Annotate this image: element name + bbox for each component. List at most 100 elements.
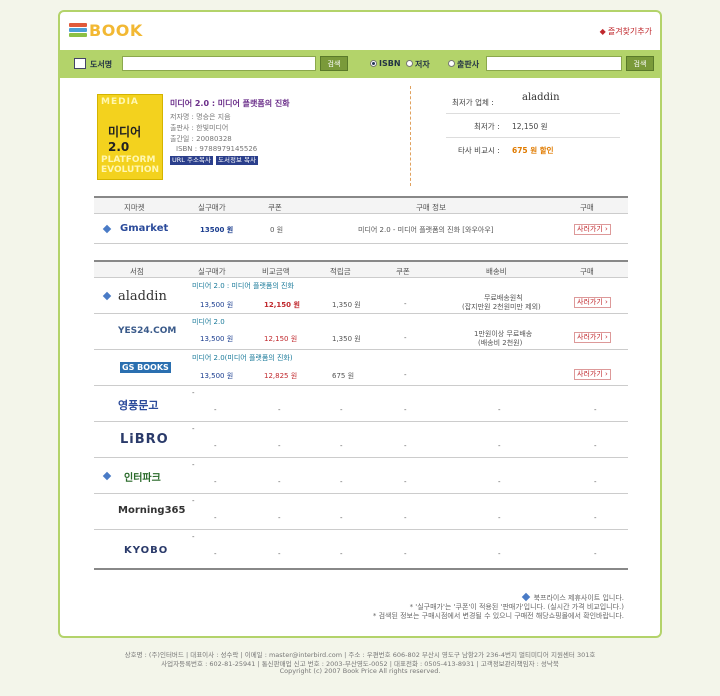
interpark-logo[interactable]: 인터파크 bbox=[124, 469, 161, 484]
store-buy-label: 사러가기 bbox=[577, 370, 603, 378]
store-price: - bbox=[214, 442, 217, 450]
store-ship1: - bbox=[498, 514, 501, 522]
store-price: 13,500 원 bbox=[200, 335, 234, 343]
store-book-title: - bbox=[192, 497, 195, 505]
store-points: 675 원 bbox=[332, 372, 355, 380]
store-buy-button[interactable]: 사러가기 › bbox=[574, 297, 611, 308]
libro-logo[interactable]: LiBRO bbox=[120, 432, 169, 447]
author-radio[interactable] bbox=[406, 60, 413, 67]
market-price: 13500 원 bbox=[200, 226, 234, 234]
store-ship1: - bbox=[498, 442, 501, 450]
compare-label: 타사 비교시 : bbox=[458, 146, 500, 155]
store-ship1: - bbox=[498, 550, 501, 558]
field-search-input[interactable] bbox=[486, 56, 622, 71]
publisher-radio[interactable] bbox=[448, 60, 455, 67]
compare-row: 타사 비교시 : 675 원 할인 bbox=[446, 138, 620, 162]
lowest-price-row: 최저가 : 12,150 원 bbox=[446, 114, 620, 138]
th-store: 서점 bbox=[130, 267, 144, 276]
lowest-price-label: 최저가 : bbox=[474, 122, 500, 131]
lowest-store-row: 최저가 업체 : aladdin bbox=[446, 90, 620, 114]
field-search-button[interactable]: 검색 bbox=[626, 56, 654, 71]
store-buy-empty: - bbox=[594, 550, 597, 558]
copy-bookinfo-button[interactable]: 도서정보 복사 bbox=[216, 156, 258, 165]
market-buy-label: 사러가기 bbox=[577, 225, 603, 233]
books-stack-icon bbox=[69, 22, 87, 40]
partner-icon bbox=[104, 292, 112, 300]
market-buy-button[interactable]: 사러가기 › bbox=[574, 224, 611, 235]
title-search-input[interactable] bbox=[122, 56, 316, 71]
th-buy: 구매 bbox=[580, 203, 594, 212]
store-table: 서점 실구매가 비교금액 적립금 쿠폰 배송비 구매 aladdin 미디어 2… bbox=[94, 260, 628, 570]
store-row: LiBRO - - - - - - - bbox=[94, 422, 628, 458]
store-row: Morning365 - - - - - - - bbox=[94, 494, 628, 530]
store-buy-label: 사러가기 bbox=[577, 333, 603, 341]
aladdin-logo[interactable]: aladdin bbox=[118, 289, 167, 304]
store-coupon: - bbox=[404, 371, 407, 379]
market-info: 미디어 2.0 - 미디어 플랫폼의 진화 [와우아우] bbox=[358, 226, 494, 234]
store-coupon: - bbox=[404, 514, 407, 522]
store-coupon: - bbox=[404, 442, 407, 450]
store-book-title[interactable]: 미디어 2.0 : 미디어 플랫폼의 진화 bbox=[192, 281, 294, 291]
store-buy-button[interactable]: 사러가기 › bbox=[574, 369, 611, 380]
store-book-title: - bbox=[192, 461, 195, 469]
th-sprice: 실구매가 bbox=[198, 267, 226, 276]
cover-title-text: 미디어 2.0 bbox=[108, 125, 142, 154]
favorites-label: 즐겨찾기추가 bbox=[607, 27, 652, 36]
isbn-radio[interactable] bbox=[370, 60, 377, 67]
notes-line3: * 검색된 정보는 구매시점에서 변경될 수 있으니 구매전 해당쇼핑몰에서 확… bbox=[372, 612, 624, 620]
publisher-radio-label: 출판사 bbox=[457, 60, 480, 69]
partner-icon bbox=[104, 472, 112, 480]
store-compare: - bbox=[278, 442, 281, 450]
th-price: 실구매가 bbox=[198, 203, 226, 212]
store-price: 13,500 원 bbox=[200, 372, 234, 380]
book-cover[interactable]: MEDIA 미디어 2.0 PLATFORM EVOLUTION bbox=[97, 94, 163, 180]
youngpoong-logo[interactable]: 영풍문고 bbox=[118, 397, 158, 413]
store-row: KYOBO - - - - - - - bbox=[94, 530, 628, 568]
kyobo-logo[interactable]: KYOBO bbox=[124, 545, 168, 556]
store-book-title[interactable]: 미디어 2.0 bbox=[192, 317, 225, 327]
store-row: 인터파크 - - - - - - - bbox=[94, 458, 628, 494]
store-points: 1,350 원 bbox=[332, 301, 361, 309]
title-search-button[interactable]: 검색 bbox=[320, 56, 348, 71]
store-points: - bbox=[340, 406, 343, 414]
cover-top-text: MEDIA bbox=[101, 97, 139, 107]
favorites-link[interactable]: ◆ 즐겨찾기추가 bbox=[600, 26, 652, 37]
store-price: - bbox=[214, 550, 217, 558]
main-frame: BOOK ◆ 즐겨찾기추가 도서명 검색 ISBN 저자 출판사 검색 MEDI… bbox=[58, 10, 662, 638]
copy-url-button[interactable]: URL 주소복사 bbox=[170, 156, 213, 165]
store-ship2: (잡지만원 2천원미만 제외) bbox=[462, 303, 541, 311]
gsbooks-logo[interactable]: GS BOOKS bbox=[120, 362, 171, 373]
store-buy-button[interactable]: 사러가기 › bbox=[574, 332, 611, 343]
store-buy-empty: - bbox=[594, 406, 597, 414]
store-compare: 12,825 원 bbox=[264, 372, 298, 380]
store-coupon: - bbox=[404, 550, 407, 558]
logo[interactable]: BOOK bbox=[69, 21, 143, 40]
lowest-store-logo[interactable]: aladdin bbox=[522, 92, 560, 103]
store-row: GS BOOKS 미디어 2.0(미디어 플랫폼의 진화) 13,500 원 1… bbox=[94, 350, 628, 386]
logo-text: BOOK bbox=[89, 21, 143, 40]
divider bbox=[410, 86, 411, 186]
store-compare: - bbox=[278, 406, 281, 414]
yes24-logo[interactable]: YES24.COM bbox=[118, 326, 176, 336]
store-coupon: - bbox=[404, 334, 407, 342]
isbn-radio-label: ISBN bbox=[379, 59, 401, 68]
store-coupon: - bbox=[404, 300, 407, 308]
store-price: - bbox=[214, 478, 217, 486]
store-book-title[interactable]: 미디어 2.0(미디어 플랫폼의 진화) bbox=[192, 353, 293, 363]
morning365-logo[interactable]: Morning365 bbox=[118, 505, 185, 516]
store-points: - bbox=[340, 550, 343, 558]
footer-line3: Copyright (c) 2007 Book Price All rights… bbox=[279, 667, 441, 675]
th-shipping: 배송비 bbox=[486, 267, 507, 276]
store-price: - bbox=[214, 406, 217, 414]
store-compare: 12,150 원 bbox=[264, 301, 300, 309]
store-buy-empty: - bbox=[594, 442, 597, 450]
store-points: - bbox=[340, 478, 343, 486]
store-ship1: - bbox=[498, 478, 501, 486]
market-table: 지마켓 실구매가 쿠폰 구매 정보 구매 Gmarket 13500 원 0 원… bbox=[94, 196, 628, 244]
market-coupon: 0 원 bbox=[270, 226, 284, 234]
author-radio-label: 저자 bbox=[415, 60, 430, 69]
lowest-price-value: 12,150 원 bbox=[512, 122, 548, 131]
gmarket-logo[interactable]: Gmarket bbox=[120, 223, 168, 234]
compare-value: 675 원 할인 bbox=[512, 146, 554, 155]
store-table-header: 서점 실구매가 비교금액 적립금 쿠폰 배송비 구매 bbox=[94, 260, 628, 278]
